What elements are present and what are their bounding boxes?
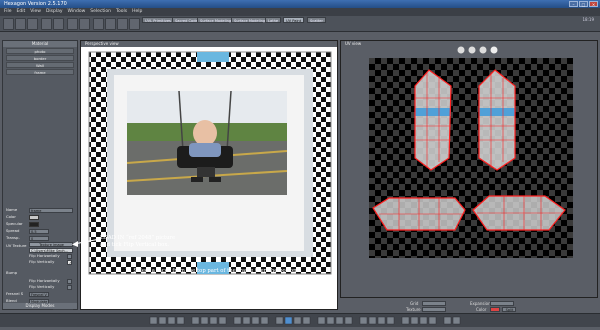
material-item-frame[interactable]: frame xyxy=(6,69,74,75)
name-field[interactable]: frame xyxy=(29,208,73,213)
specular-label: Specular xyxy=(6,221,23,226)
minimize-icon[interactable]: – xyxy=(569,1,578,7)
texture-label: Texture xyxy=(406,307,421,312)
rotate-icon xyxy=(468,46,476,54)
fresnel-label: Fresnel S xyxy=(6,291,24,296)
title-bar: Hexagon Version 2.5.170 – □ × xyxy=(0,0,600,8)
material-item-wall[interactable]: Wall xyxy=(6,62,74,68)
vertex-mode-icon[interactable] xyxy=(93,18,104,30)
menu-window[interactable]: Window xyxy=(68,8,86,16)
baby-photo xyxy=(127,91,287,195)
grid-label: Grid xyxy=(410,301,419,306)
tab-uvl-primitives[interactable]: UVL Primitives xyxy=(142,17,174,23)
expansion-label: Expansion xyxy=(470,301,491,306)
texture-image-button[interactable]: Texture image xyxy=(29,242,73,247)
menu-edit[interactable]: Edit xyxy=(17,8,26,16)
menu-file[interactable]: File xyxy=(4,8,12,16)
uv-texture-label: UV Texture xyxy=(6,243,27,248)
uv-map-grid[interactable] xyxy=(369,58,573,258)
bottom-tool-icons xyxy=(149,316,461,325)
texture-field[interactable] xyxy=(422,307,446,312)
menu-view[interactable]: View xyxy=(30,8,41,16)
scale-icon xyxy=(479,46,487,54)
spread-label: Spread xyxy=(6,228,20,233)
save-icon[interactable] xyxy=(27,18,38,30)
redo-icon[interactable] xyxy=(79,18,90,30)
name-label: Name xyxy=(6,207,18,212)
grid-field[interactable] xyxy=(422,301,446,306)
open-file-icon[interactable] xyxy=(15,18,26,30)
undo-icon[interactable] xyxy=(67,18,78,30)
menu-tools[interactable]: Tools xyxy=(116,8,127,16)
material-panel: Material photo border Wall frame Name fr… xyxy=(2,40,78,310)
uv-island-top-right xyxy=(478,69,516,171)
material-item-photo[interactable]: photo xyxy=(6,48,74,54)
bottom-toolbar xyxy=(0,313,600,327)
flip-horizontal-checkbox[interactable] xyxy=(67,254,72,259)
edge-mode-icon[interactable] xyxy=(105,18,116,30)
flip-vertical-checkbox[interactable]: ✓ xyxy=(67,260,72,265)
transparency-field[interactable]: 0 xyxy=(29,236,49,241)
lasso-icon[interactable] xyxy=(53,18,64,30)
tab-scatter[interactable]: Scatter xyxy=(307,17,326,23)
bump-label: Bump xyxy=(6,270,18,275)
color-field[interactable] xyxy=(490,307,500,312)
menu-help[interactable]: Help xyxy=(132,8,142,16)
transparency-label: Transp. xyxy=(6,235,20,240)
clock: 18:19 xyxy=(582,17,594,22)
annotation-arrow xyxy=(72,238,101,247)
specular-swatch[interactable] xyxy=(29,222,39,227)
sphere-icon xyxy=(490,46,498,54)
flip-vertical-label: Flip Vertically xyxy=(29,259,55,264)
material-item-border[interactable]: border xyxy=(6,55,74,61)
move-icon xyxy=(457,46,465,54)
color-label: Color xyxy=(476,307,487,312)
face-mode-icon[interactable] xyxy=(117,18,128,30)
tab-uv-paint[interactable]: UV Paint xyxy=(283,17,305,23)
close-icon[interactable]: × xyxy=(589,1,598,7)
select-arrow-icon[interactable] xyxy=(41,18,52,30)
spread-field[interactable]: 0.5 xyxy=(29,229,49,234)
uv-island-bottom-left xyxy=(372,197,466,231)
material-header: Material xyxy=(3,41,77,47)
maximize-icon[interactable]: □ xyxy=(579,1,588,7)
bump-flip-vertical-label: Flip Vertically xyxy=(29,284,55,289)
fresnel-field[interactable]: Fresnel V xyxy=(29,292,49,297)
color-swatch[interactable] xyxy=(29,215,39,220)
tab-surface-modeling-2[interactable]: Surface Modeling xyxy=(231,17,269,23)
tab-surface-modeling-1[interactable]: Surface Modeling xyxy=(197,17,235,23)
bump-flip-vertical-checkbox[interactable] xyxy=(67,285,72,290)
app-title: Hexagon Version 2.5.170 xyxy=(4,1,67,7)
new-file-icon[interactable] xyxy=(3,18,14,30)
split-button[interactable]: Split xyxy=(502,307,516,312)
object-mode-icon[interactable] xyxy=(129,18,140,30)
uv-island-bottom-right xyxy=(472,195,566,231)
expansion-field[interactable] xyxy=(490,301,514,306)
uv-island-top-left xyxy=(414,69,452,171)
menu-display[interactable]: Display xyxy=(46,8,63,16)
tab-lathe[interactable]: Lathe xyxy=(265,17,282,23)
menu-selection[interactable]: Selection xyxy=(90,8,111,16)
color-label: Color xyxy=(6,214,16,219)
annotation-note: NOTE - The quares are not the same size … xyxy=(226,283,335,296)
uv-nav-icons xyxy=(457,46,498,54)
bump-flip-horizontal-checkbox[interactable] xyxy=(67,279,72,284)
annotation-step1: 1. Select a faces from the top part of t… xyxy=(125,268,300,274)
display-modes-header: Display Modes xyxy=(3,303,77,309)
annotation-load: LOAD IN “ref 2048” picture and tick Flip… xyxy=(100,235,176,248)
menu-bar: File Edit View Display Window Selection … xyxy=(0,8,600,16)
